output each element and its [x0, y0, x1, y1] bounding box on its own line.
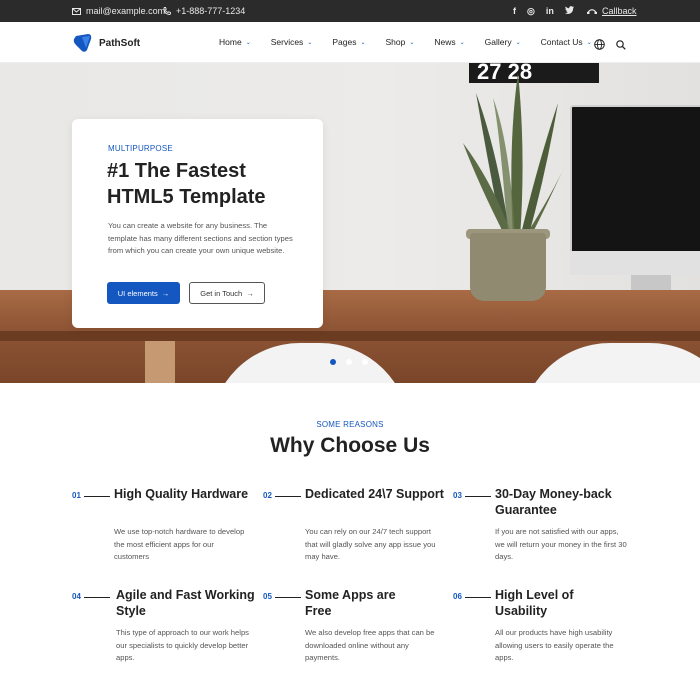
callback-link[interactable]: Callback	[587, 5, 637, 17]
feature-number: 03	[453, 491, 462, 500]
nav-label: Shop	[385, 37, 406, 47]
email-text: mail@example.com	[86, 6, 166, 16]
brand-logo[interactable]: PathSoft	[73, 33, 140, 53]
phone-text: +1-888-777-1234	[176, 6, 246, 16]
hero-kicker: MULTIPURPOSE	[108, 144, 173, 153]
linkedin-icon[interactable]: in	[546, 5, 554, 17]
language-button[interactable]	[594, 37, 605, 55]
globe-icon	[594, 39, 605, 50]
callback-icon	[587, 9, 597, 14]
slider-dot[interactable]	[330, 359, 336, 365]
nav-label: Contact Us	[540, 37, 583, 47]
nav-item-pages[interactable]: Pages ⌄	[332, 37, 365, 47]
feature-description: This type of approach to our work helps …	[116, 628, 249, 663]
nav-label: News	[434, 37, 456, 47]
monitor-image	[570, 105, 700, 275]
feature-title: Dedicated 24\7 Support	[305, 487, 444, 501]
plant-image	[463, 73, 566, 238]
chevron-down-icon: ⌄	[586, 39, 592, 46]
get-in-touch-button[interactable]: Get in Touch →	[189, 282, 265, 304]
nav-label: Pages	[332, 37, 357, 47]
social-links: f ◎ in	[513, 5, 574, 17]
mail-icon	[72, 7, 81, 15]
hero-title: #1 The Fastest HTML5 Template	[107, 160, 266, 208]
feature-title: High Level of Usability	[495, 588, 574, 618]
nav-item-news[interactable]: News ⌄	[434, 37, 464, 47]
feature-description: We also develop free apps that can be do…	[305, 628, 435, 663]
nav-label: Gallery	[484, 37, 512, 47]
feature-number: 04	[72, 592, 81, 601]
nav-item-gallery[interactable]: Gallery ⌄	[485, 37, 521, 47]
desk-edge	[0, 331, 700, 341]
facebook-icon[interactable]: f	[513, 5, 516, 17]
desk-leg	[145, 341, 175, 383]
nav-item-contact[interactable]: Contact Us ⌄	[541, 37, 592, 47]
divider	[275, 597, 301, 598]
nav-label: Home	[219, 37, 242, 47]
feature-description: You can rely on our 24/7 tech support th…	[305, 527, 436, 562]
nav-item-shop[interactable]: Shop ⌄	[385, 37, 414, 47]
feature-title: 30-Day Money-back Guarantee	[495, 487, 612, 517]
divider	[84, 496, 110, 497]
feature-title: High Quality Hardware	[114, 487, 249, 501]
button-label: UI elements	[117, 288, 158, 298]
chevron-down-icon: ⌄	[409, 39, 415, 46]
feature-number: 02	[263, 491, 272, 500]
chevron-down-icon: ⌄	[245, 39, 251, 46]
nav-item-services[interactable]: Services ⌄	[271, 37, 313, 47]
nav-item-home[interactable]: Home ⌄	[219, 37, 251, 47]
email-link[interactable]: mail@example.com	[72, 5, 165, 17]
feature-description: All our products have high usability all…	[495, 628, 614, 663]
phone-link[interactable]: +1-888-777-1234	[163, 5, 245, 17]
main-nav: Home ⌄ Services ⌄ Pages ⌄ Shop ⌄ News ⌄ Galle…	[219, 37, 612, 47]
instagram-icon[interactable]: ◎	[527, 5, 535, 17]
chevron-down-icon: ⌄	[307, 39, 313, 46]
divider	[465, 496, 491, 497]
nav-label: Services	[270, 37, 304, 47]
arrow-right-icon: →	[246, 288, 254, 298]
hero-description: You can create a website for any busines…	[108, 221, 293, 256]
feature-number: 01	[72, 491, 81, 500]
feature-title: Agile and Fast Working Style	[116, 588, 255, 618]
callback-text: Callback	[602, 6, 637, 16]
button-label: Get in Touch	[200, 288, 243, 298]
chevron-down-icon: ⌄	[459, 39, 465, 46]
divider	[465, 597, 491, 598]
feature-number: 05	[263, 592, 272, 601]
chevron-down-icon: ⌄	[360, 39, 366, 46]
hero-slider: 27 28 MULTIPURPOSE #1 The Fastest HTML5 …	[0, 63, 700, 383]
section-kicker: SOME REASONS	[316, 420, 384, 429]
twitter-icon[interactable]	[564, 5, 574, 17]
divider	[275, 496, 301, 497]
arrow-right-icon: →	[161, 288, 170, 298]
phone-icon	[163, 7, 171, 15]
ui-elements-button[interactable]: UI elements →	[107, 282, 180, 304]
monitor-chin	[570, 251, 700, 275]
plant-pot	[470, 233, 546, 301]
slider-dot[interactable]	[362, 359, 368, 365]
slider-dot[interactable]	[346, 359, 352, 365]
feature-description: We use top-notch hardware to develop the…	[114, 527, 245, 562]
brand-name: PathSoft	[99, 37, 141, 49]
slider-dots	[330, 359, 368, 365]
main-header: PathSoft Home ⌄ Services ⌄ Pages ⌄ Shop ⌄ Ne…	[0, 22, 700, 63]
logo-icon	[73, 33, 93, 53]
search-button[interactable]	[616, 37, 626, 55]
top-bar: mail@example.com +1-888-777-1234 f ◎ in …	[0, 0, 700, 22]
section-title: Why Choose Us	[270, 434, 430, 457]
feature-title: Some Apps are Free	[305, 588, 396, 618]
feature-number: 06	[453, 592, 462, 601]
search-icon	[616, 40, 626, 50]
feature-description: If you are not satisfied with our apps, …	[495, 527, 627, 562]
chevron-down-icon: ⌄	[515, 39, 521, 46]
divider	[84, 597, 110, 598]
hero-card: MULTIPURPOSE #1 The Fastest HTML5 Templa…	[72, 119, 323, 328]
